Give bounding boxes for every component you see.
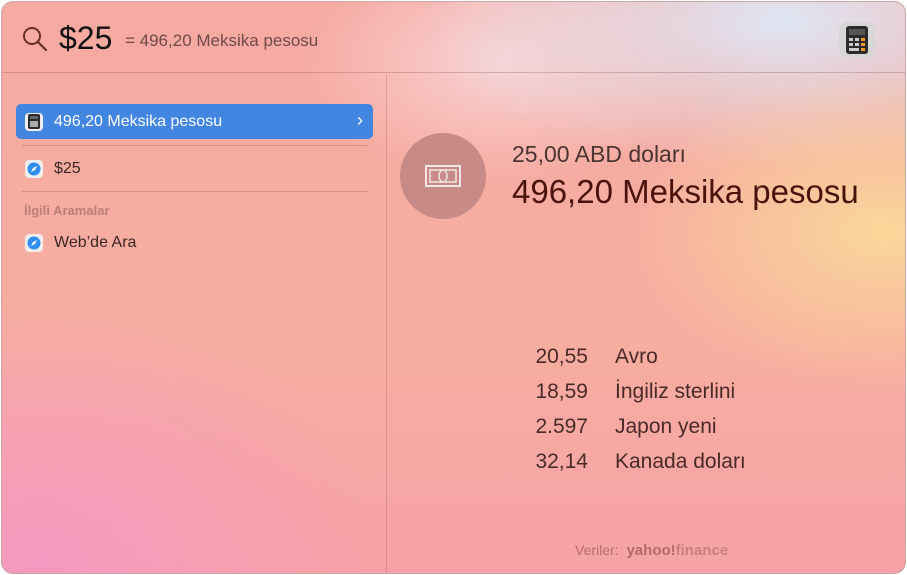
- rate-currency: İngiliz sterlini: [615, 380, 736, 403]
- rate-currency: Avro: [615, 345, 658, 368]
- result-item-conversion[interactable]: 496,20 Meksika pesosu ›: [16, 104, 373, 139]
- calculator-icon[interactable]: [839, 22, 875, 58]
- rate-values: 20,55 18,59 2.597 32,14: [462, 344, 588, 484]
- calculator-icon: [25, 112, 43, 131]
- safari-icon: [25, 159, 43, 178]
- rate-value: 18,59: [535, 380, 588, 403]
- rate-value: 32,14: [535, 450, 588, 473]
- conversion-result: 496,20 Meksika pesosu: [512, 173, 859, 210]
- conversion-source: 25,00 ABD doları: [512, 141, 686, 167]
- spotlight-window: $25 = 496,20 Meksika pesosu 496,20 Meksi…: [1, 1, 906, 574]
- chevron-right-icon: ›: [357, 110, 363, 130]
- result-label: 496,20 Meksika pesosu: [54, 112, 223, 130]
- divider: [22, 191, 368, 192]
- search-input[interactable]: $25: [59, 20, 112, 57]
- banknote-icon: [400, 133, 486, 219]
- brand-yahoo: yahoo!: [626, 542, 676, 559]
- search-bar[interactable]: $25 = 496,20 Meksika pesosu: [2, 2, 905, 73]
- divider: [22, 145, 368, 146]
- rate-currencies: Avro İngiliz sterlini Japon yeni Kanada …: [615, 344, 746, 484]
- result-item-web[interactable]: $25: [16, 151, 373, 186]
- related-item-search-web[interactable]: Web’de Ara: [16, 225, 373, 260]
- results-list: 496,20 Meksika pesosu › $25 İlgili Arama…: [2, 74, 387, 573]
- credit-label: Veriler:: [575, 542, 619, 558]
- rate-currency: Japon yeni: [615, 415, 717, 438]
- result-label: Web’de Ara: [54, 233, 137, 251]
- brand-finance: finance: [675, 542, 729, 559]
- safari-icon: [25, 233, 43, 252]
- rate-value: 2.597: [535, 415, 588, 438]
- data-credit: Veriler: yahoo!finance: [575, 542, 728, 559]
- search-result-hint: = 496,20 Meksika pesosu: [125, 31, 319, 50]
- yahoo-finance-logo[interactable]: yahoo!finance: [626, 542, 728, 559]
- result-label: $25: [54, 159, 81, 177]
- search-icon: [22, 26, 48, 57]
- section-title: İlgili Aramalar: [24, 203, 110, 218]
- rate-value: 20,55: [535, 345, 588, 368]
- rate-currency: Kanada doları: [615, 450, 746, 473]
